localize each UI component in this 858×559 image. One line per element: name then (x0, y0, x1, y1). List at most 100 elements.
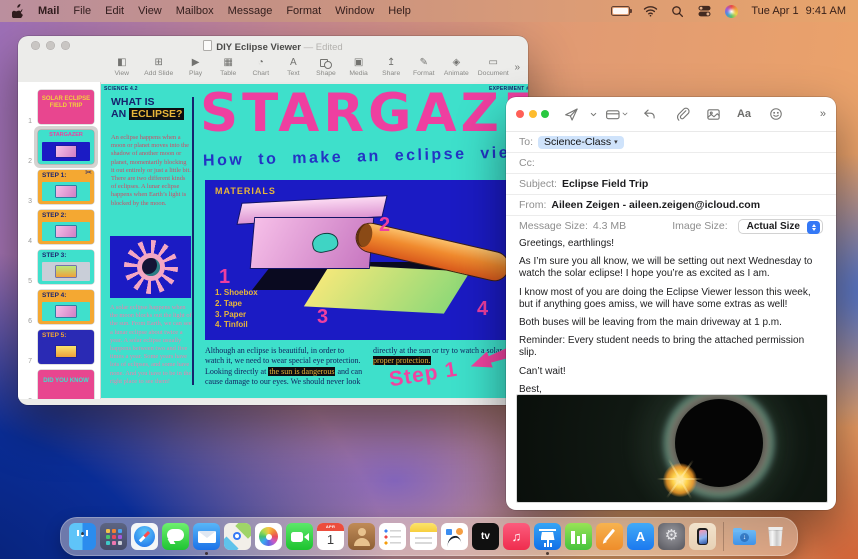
dock-keynote[interactable] (534, 523, 561, 550)
mail-titlebar[interactable]: Aa » (506, 97, 836, 132)
message-body[interactable]: Greetings, earthlings! As I’m sure you a… (519, 238, 823, 408)
view-button[interactable]: ◧View (106, 58, 138, 77)
format-button[interactable]: Aa (729, 108, 759, 120)
menu-app-name[interactable]: Mail (38, 5, 59, 17)
dock-finder[interactable] (69, 523, 96, 550)
dock-downloads-folder[interactable]: ↓ (731, 523, 758, 550)
menu-mailbox[interactable]: Mailbox (176, 5, 214, 17)
mail-toolbar-overflow[interactable]: » (820, 108, 830, 120)
cc-field[interactable]: Cc: (506, 153, 836, 174)
dock-safari[interactable] (131, 523, 158, 550)
chart-button[interactable]: ◔Chart (245, 58, 277, 77)
materials-panel[interactable]: MATERIALS 1 2 3 4 1. Shoebox 2. T (205, 180, 528, 340)
dock-trash[interactable] (762, 523, 789, 550)
dock-reminders[interactable] (379, 523, 406, 550)
dock-freeform[interactable] (441, 523, 468, 550)
send-button[interactable] (558, 107, 584, 122)
play-button[interactable]: ▶Play (180, 58, 212, 77)
minimize-button[interactable] (529, 110, 537, 118)
slide-thumbnail-6[interactable]: 6 STEP 4: (18, 288, 100, 328)
menu-file[interactable]: File (73, 5, 91, 17)
slide-paragraph-2[interactable]: A solar eclipse happens when the moon bl… (110, 304, 192, 386)
table-button[interactable]: ▦Table (212, 58, 244, 77)
dock-notes[interactable] (410, 523, 437, 550)
dock-iphone-mirroring[interactable] (689, 523, 716, 550)
dock-photos[interactable] (255, 523, 282, 550)
attach-button[interactable] (666, 107, 698, 122)
dock-system-settings[interactable]: ⚙ (658, 523, 685, 550)
eclipse-photo-attachment[interactable] (516, 394, 828, 503)
keynote-toolbar: ◧View ⊞Add Slide ▶Play ▦Table ◔Chart ATe… (18, 53, 528, 82)
close-button[interactable] (516, 110, 524, 118)
dock-messages[interactable] (162, 523, 189, 550)
caution-text-left[interactable]: Although an eclipse is beautiful, in ord… (205, 346, 365, 388)
dock-contacts[interactable] (348, 523, 375, 550)
toolbar-overflow-button[interactable]: » (514, 62, 520, 73)
slide-question-heading[interactable]: WHAT IS AN ECLIPSE? (111, 97, 184, 120)
apple-menu[interactable] (12, 4, 24, 18)
to-field[interactable]: To: Science-Class ▾ (506, 132, 836, 153)
subject-field[interactable]: Subject: Eclipse Field Trip (506, 174, 836, 195)
dock-maps[interactable] (224, 523, 251, 550)
dock-app-store[interactable]: A (627, 523, 654, 550)
recipient-token[interactable]: Science-Class ▾ (538, 136, 624, 149)
animate-button[interactable]: ◈Animate (441, 58, 473, 77)
emoji-icon (769, 107, 783, 121)
menu-format[interactable]: Format (286, 5, 321, 17)
format-icon: ✎ (420, 58, 428, 69)
dock-calendar[interactable]: APR 1 (317, 523, 344, 550)
from-field[interactable]: From: Aileen Zeigen - aileen.zeigen@iclo… (506, 195, 836, 216)
slide-thumbnail-5[interactable]: 5 STEP 3: (18, 248, 100, 288)
document-tool-icon: ▭ (489, 58, 498, 69)
header-fields-button[interactable] (602, 107, 632, 122)
document-button[interactable]: ▭Document (473, 58, 513, 77)
dock-mail[interactable] (193, 523, 220, 550)
dock-facetime[interactable] (286, 523, 313, 550)
dock-music[interactable]: ♫ (503, 523, 530, 550)
menu-edit[interactable]: Edit (105, 5, 124, 17)
menu-view[interactable]: View (138, 5, 162, 17)
add-slide-button[interactable]: ⊞Add Slide (139, 58, 179, 77)
dock-apple-tv[interactable]: tv (472, 523, 499, 550)
menu-window[interactable]: Window (335, 5, 374, 17)
slide-thumbnail-3[interactable]: 3 STEP 1: ✂ (18, 168, 100, 208)
battery-icon[interactable] (611, 6, 630, 16)
image-size-select[interactable]: Actual Size (738, 219, 823, 234)
menu-message[interactable]: Message (228, 5, 273, 17)
media-button[interactable]: ▣Media (343, 58, 375, 77)
dock-launchpad[interactable] (100, 523, 127, 550)
send-options-chevron[interactable] (584, 110, 602, 119)
slide-thumbnail-8[interactable]: 8 DID YOU KNOW (18, 368, 100, 399)
menu-clock[interactable]: Tue Apr 1 9:41 AM (751, 5, 846, 17)
menu-help[interactable]: Help (388, 5, 411, 17)
slide-thumbnail-2-selected[interactable]: 2 STARGAZER (18, 128, 100, 168)
stepper-icon (807, 221, 820, 234)
slide-subtitle[interactable]: How to make an eclipse viewer! (203, 143, 528, 170)
text-button[interactable]: AText (278, 58, 310, 77)
desktop: Mail File Edit View Mailbox Message Form… (0, 0, 858, 559)
slide-thumbnail-7[interactable]: 7 STEP 5: (18, 328, 100, 368)
slide-stargazer[interactable]: SCIENCE 4.2 EXPERIMENT #9 WHAT IS AN ECL… (101, 84, 528, 398)
slide-paragraph-1[interactable]: An eclipse happens when a moon or planet… (111, 134, 191, 208)
animate-icon: ◈ (453, 58, 461, 69)
shape-button[interactable]: Shape (310, 58, 342, 77)
wifi-icon[interactable] (643, 5, 658, 17)
image-playground-icon[interactable] (725, 5, 738, 18)
emoji-button[interactable] (759, 107, 792, 121)
search-icon[interactable] (671, 5, 684, 18)
zoom-button[interactable] (541, 110, 549, 118)
slide-thumbnail-1[interactable]: 1 SOLAR ECLIPSE FIELD TRIP (18, 88, 100, 128)
keynote-titlebar[interactable]: DIY Eclipse Viewer — Edited (18, 36, 528, 53)
reply-indicator-button[interactable] (632, 107, 666, 122)
control-center-icon[interactable] (697, 5, 712, 17)
format-button[interactable]: ✎Format (408, 58, 440, 77)
mail-compose-window: Aa » To: Science-Class ▾ Cc: Subject: Ec… (506, 97, 836, 510)
sun-illustration[interactable] (110, 236, 191, 298)
share-button[interactable]: ↥Share (375, 58, 407, 77)
dock-numbers[interactable] (565, 523, 592, 550)
dock-pages[interactable] (596, 523, 623, 550)
diamond-ring-flare (663, 463, 697, 497)
slide-thumbnail-4[interactable]: 4 STEP 2: (18, 208, 100, 248)
slide-title[interactable]: STARGAZER (200, 86, 528, 142)
insert-photo-button[interactable] (698, 107, 729, 122)
